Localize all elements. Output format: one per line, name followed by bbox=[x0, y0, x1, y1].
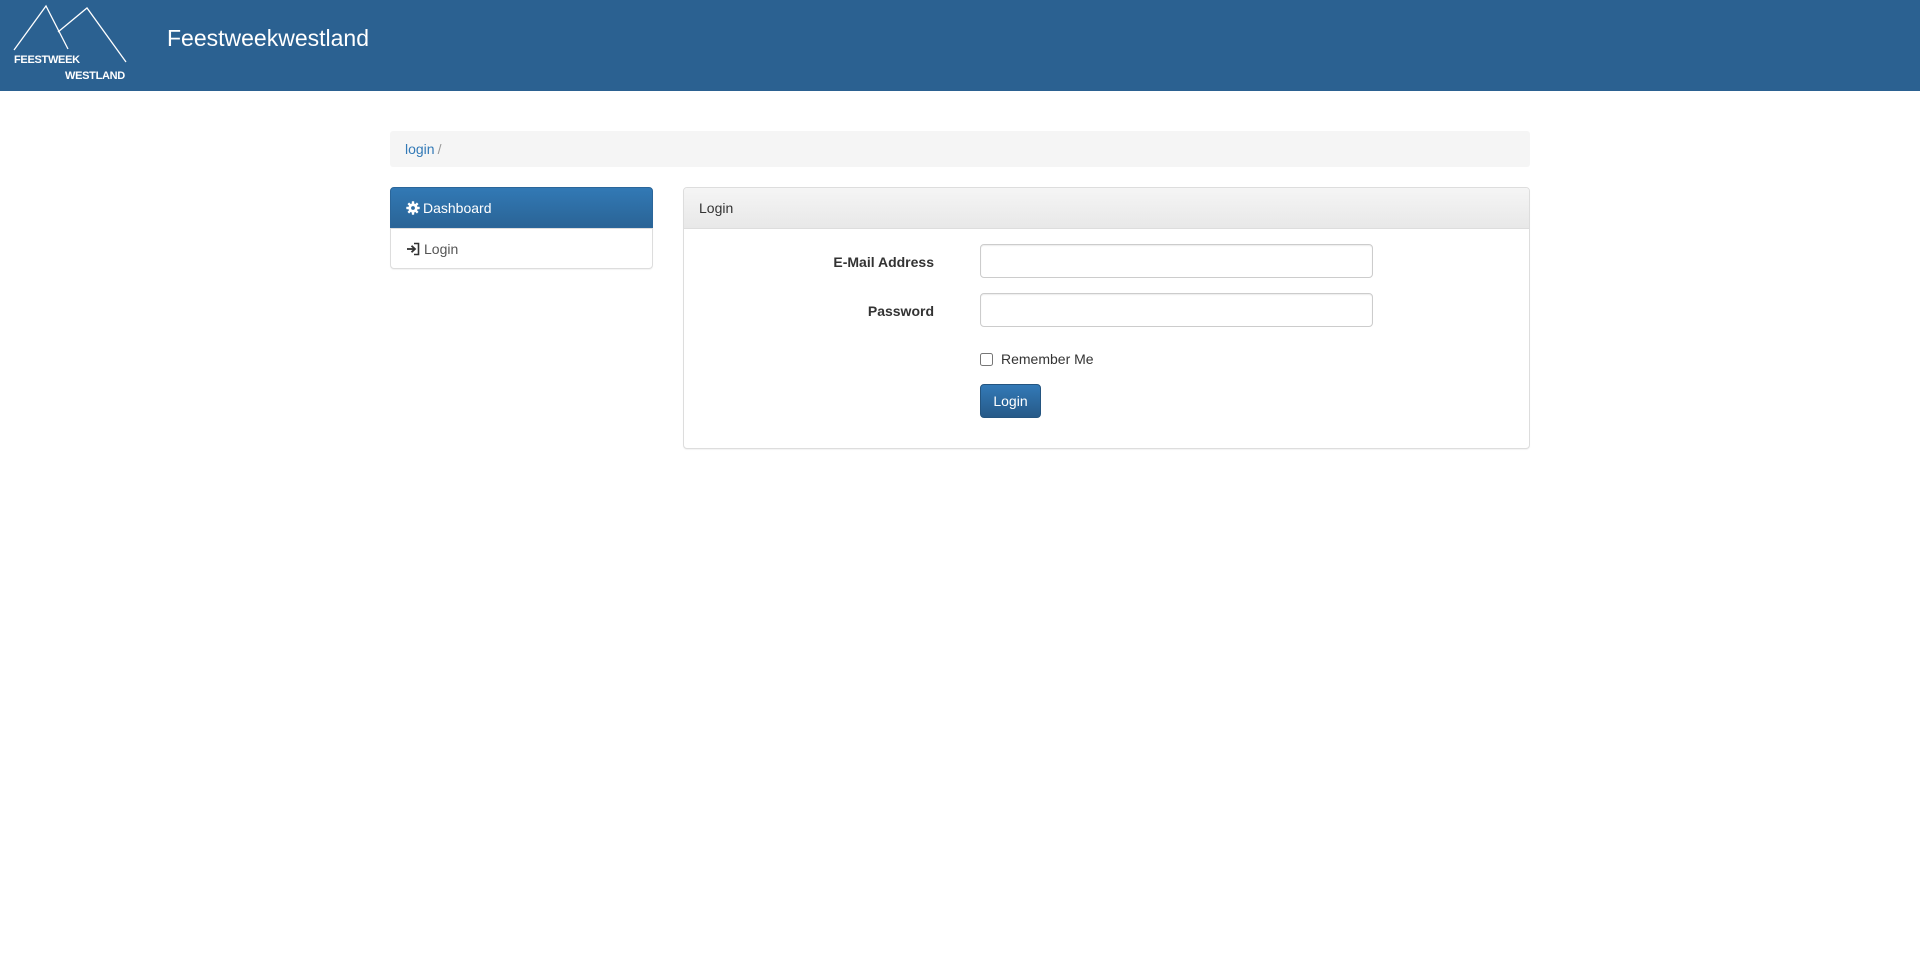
top-navbar: FEESTWEEK WESTLAND Feestweekwestland bbox=[0, 0, 1920, 91]
email-field[interactable] bbox=[980, 244, 1373, 278]
logo-text-line2: WESTLAND bbox=[65, 70, 125, 82]
breadcrumb: login / bbox=[390, 131, 1530, 167]
sidebar-item-label: Login bbox=[424, 240, 459, 257]
sign-in-icon bbox=[406, 242, 421, 256]
remember-me-label[interactable]: Remember Me bbox=[1001, 351, 1094, 367]
login-panel: Login E-Mail Address Password Remember M… bbox=[683, 187, 1530, 449]
remember-me-row: Remember Me bbox=[980, 351, 1094, 367]
breadcrumb-link-login[interactable]: login bbox=[405, 141, 435, 157]
password-field[interactable] bbox=[980, 293, 1373, 327]
gear-icon bbox=[406, 200, 420, 215]
sidebar-menu: Dashboard Login bbox=[390, 187, 653, 269]
password-label: Password bbox=[867, 303, 934, 319]
panel-title: Login bbox=[684, 188, 1529, 229]
site-title[interactable]: Feestweekwestland bbox=[167, 24, 369, 52]
remember-me-checkbox[interactable] bbox=[980, 352, 993, 366]
logo-text-line1: FEESTWEEK bbox=[14, 54, 80, 66]
breadcrumb-separator: / bbox=[437, 141, 442, 157]
login-button[interactable]: Login bbox=[980, 384, 1041, 418]
site-logo[interactable]: FEESTWEEK WESTLAND bbox=[13, 4, 128, 86]
sidebar-item-dashboard[interactable]: Dashboard bbox=[390, 187, 653, 228]
sidebar-item-login[interactable]: Login bbox=[391, 228, 652, 268]
email-label: E-Mail Address bbox=[833, 254, 934, 270]
sidebar-item-label: Dashboard bbox=[423, 199, 492, 216]
